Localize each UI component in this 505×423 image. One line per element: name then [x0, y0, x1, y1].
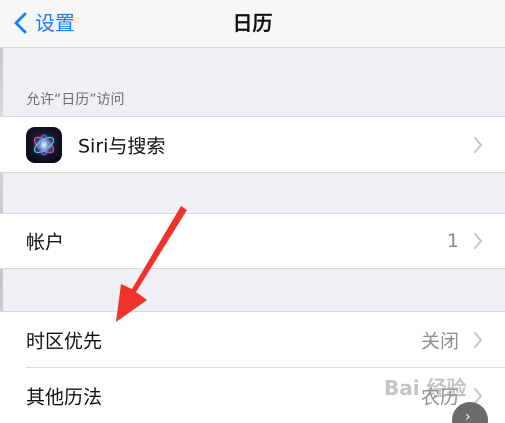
settings-screen: 设置 日历 允许“日历”访问 Siri与搜索 帐户 1 时区优先 关闭 其他历法…	[0, 0, 505, 423]
section-header: 允许“日历”访问	[26, 92, 125, 108]
alternate-calendars-label: 其他历法	[26, 386, 103, 409]
siri-search-row[interactable]: Siri与搜索	[0, 117, 505, 172]
chevron-right-icon	[474, 233, 482, 249]
watermark: Bai 经验	[384, 376, 467, 400]
access-group: Siri与搜索	[0, 116, 505, 173]
page-title: 日历	[232, 11, 273, 35]
accounts-group: 帐户 1	[0, 213, 505, 269]
accounts-label: 帐户	[26, 231, 65, 254]
chevron-right-icon	[474, 331, 482, 348]
chevron-right-icon	[474, 136, 482, 153]
siri-search-label: Siri与搜索	[78, 135, 166, 157]
time-zone-override-label: 时区优先	[26, 330, 103, 352]
time-zone-override-value: 关闭	[420, 330, 459, 352]
time-zone-override-row[interactable]: 时区优先 关闭	[0, 312, 505, 367]
chevron-right-icon: ›	[465, 409, 471, 423]
accounts-count: 1	[446, 230, 459, 252]
accounts-row[interactable]: 帐户 1	[0, 214, 505, 268]
navigation-bar: 设置 日历	[0, 0, 505, 48]
options-group: 时区优先 关闭 其他历法 农历	[0, 311, 505, 423]
siri-icon	[26, 127, 62, 163]
